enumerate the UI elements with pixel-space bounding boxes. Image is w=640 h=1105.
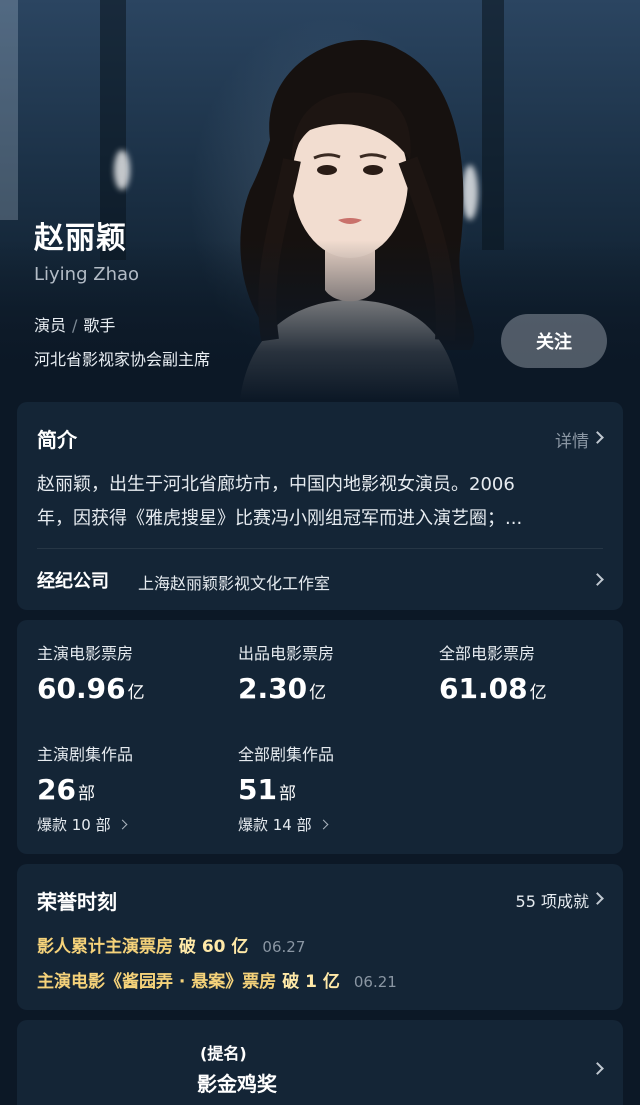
intro-details-link[interactable]: 详情: [555, 427, 589, 452]
stat-value: 2.30 亿: [238, 672, 327, 705]
honors-title: 荣誉时刻: [37, 890, 117, 914]
stat-label: 主演电影票房: [37, 644, 134, 663]
intro-text-line: 赵丽颖，出生于河北省廊坊市，中国内地影视女演员。2006: [37, 474, 515, 495]
chevron-right-icon: [591, 892, 604, 905]
profile-name-en: Liying Zhao: [34, 264, 140, 285]
stat-label: 全部电影票房: [439, 644, 536, 663]
stat-value: 60.96 亿: [37, 672, 145, 705]
honor-date: 06.27: [262, 938, 306, 956]
intro-text[interactable]: 赵丽颖，出生于河北省廊坊市，中国内地影视女演员。2006 年，因获得《雅虎搜星》…: [37, 468, 607, 536]
profile-header: 赵丽颖 Liying Zhao 演员 / 歌手 河北省影视家协会副主席 关注: [0, 0, 640, 400]
honor-date: 06.21: [353, 973, 397, 991]
award-tag: (提名): [200, 1044, 247, 1063]
stat-label: 全部剧集作品: [238, 745, 335, 764]
hit-count-link[interactable]: 爆款 14 部: [238, 814, 329, 835]
agency-row[interactable]: 经纪公司 上海赵丽颖影视文化工作室: [17, 549, 623, 610]
background-light: [114, 150, 130, 190]
profile-name-cn: 赵丽颖: [34, 221, 127, 256]
chevron-right-icon: [117, 819, 128, 830]
stats-card: 主演电影票房 60.96 亿 出品电影票房 2.30 亿 全部电影票房 61.08 亿…: [17, 620, 623, 854]
stat-label: 出品电影票房: [238, 644, 335, 663]
agency-label: 经纪公司: [37, 571, 109, 592]
background-window: [0, 0, 18, 220]
hit-count-link[interactable]: 爆款 10 部: [37, 814, 128, 835]
stat-value: 26 部: [37, 773, 95, 806]
intro-title: 简介: [37, 428, 77, 452]
intro-card: 简介 详情 赵丽颖，出生于河北省廊坊市，中国内地影视女演员。2006 年，因获得…: [17, 402, 623, 610]
agency-value: 上海赵丽颖影视文化工作室: [138, 574, 331, 593]
role-separator: /: [72, 316, 78, 335]
chevron-right-icon: [591, 573, 604, 586]
role-singer: 歌手: [83, 316, 116, 335]
honor-item[interactable]: 主演电影《酱园弄 · 悬案》票房 破 1 亿 06.21: [37, 967, 397, 992]
intro-text-line: 年，因获得《雅虎搜星》比赛冯小刚组冠军而进入演艺圈；...: [37, 508, 523, 529]
honors-count-link[interactable]: 55 项成就: [516, 888, 589, 912]
stat-value: 51 部: [238, 773, 296, 806]
follow-button[interactable]: 关注: [501, 314, 607, 368]
honors-card: 荣誉时刻 55 项成就 影人累计主演票房 破 60 亿 06.27 主演电影《酱园…: [17, 864, 623, 1010]
profile-position: 河北省影视家协会副主席: [34, 350, 211, 369]
chevron-right-icon: [318, 819, 329, 830]
role-actor: 演员: [34, 316, 67, 335]
chevron-right-icon: [591, 431, 604, 444]
stat-value: 61.08 亿: [439, 672, 547, 705]
award-name: 影金鸡奖: [197, 1072, 277, 1096]
stat-label: 主演剧集作品: [37, 745, 134, 764]
honor-item[interactable]: 影人累计主演票房 破 60 亿 06.27: [37, 932, 305, 957]
award-card[interactable]: (提名) 影金鸡奖: [17, 1020, 623, 1105]
profile-roles: 演员 / 歌手: [34, 312, 115, 336]
chevron-right-icon: [591, 1062, 604, 1075]
